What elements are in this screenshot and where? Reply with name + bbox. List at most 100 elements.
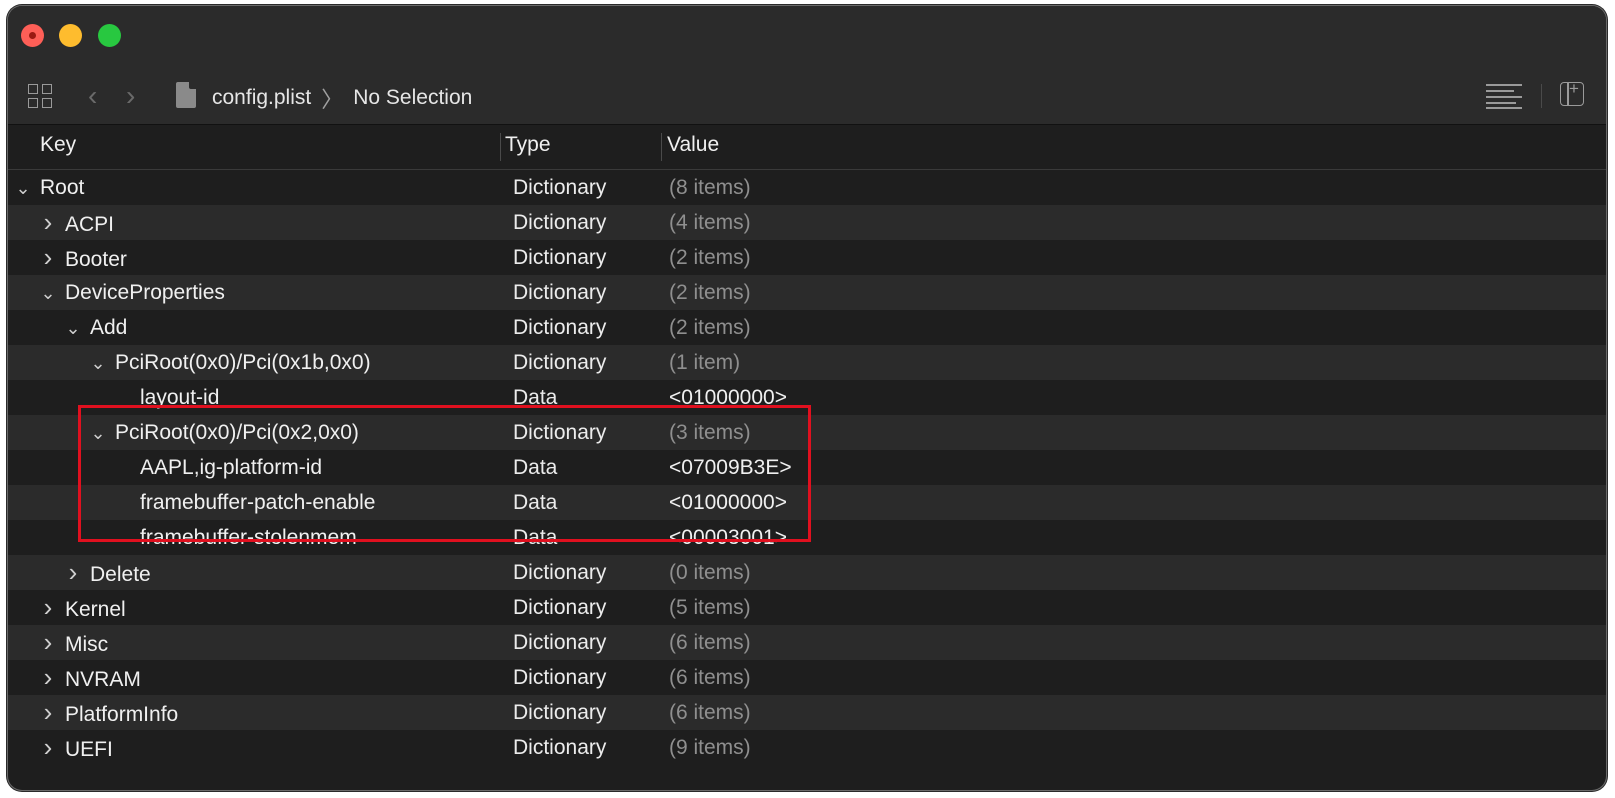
row-value[interactable]: <01000000> [669, 380, 787, 415]
row-value[interactable]: (4 items) [669, 205, 751, 240]
row-type[interactable]: Dictionary [513, 240, 606, 275]
row-key-label: layout-id [140, 386, 220, 409]
outline-row[interactable]: ⌄ Add Dictionary (2 items) [8, 310, 1606, 345]
chevron-down-icon[interactable]: ⌄ [64, 311, 82, 346]
row-type[interactable]: Data [513, 485, 557, 520]
grid-icon[interactable] [28, 84, 54, 110]
row-key[interactable]: › Booter [39, 240, 127, 277]
row-value[interactable]: (2 items) [669, 275, 751, 310]
outline-row[interactable]: ›layout-id Data <01000000> [8, 380, 1606, 415]
chevron-right-icon[interactable]: › [39, 730, 57, 765]
column-key-header[interactable]: Key [40, 133, 76, 157]
row-value[interactable]: <01000000> [669, 485, 787, 520]
row-type[interactable]: Dictionary [513, 555, 606, 590]
breadcrumb-selection[interactable]: No Selection [353, 86, 472, 110]
row-value[interactable]: (6 items) [669, 660, 751, 695]
row-key-label: PciRoot(0x0)/Pci(0x2,0x0) [115, 421, 359, 444]
row-key[interactable]: ›AAPL,ig-platform-id [114, 450, 322, 486]
row-value[interactable]: (0 items) [669, 555, 751, 590]
column-separator[interactable] [500, 133, 501, 161]
row-type[interactable]: Dictionary [513, 170, 606, 205]
breadcrumb-file[interactable]: config.plist [212, 86, 311, 110]
row-key[interactable]: › PlatformInfo [39, 695, 179, 732]
row-key[interactable]: › UEFI [39, 730, 113, 767]
row-key-label: Root [40, 176, 85, 199]
chevron-down-icon[interactable]: ⌄ [89, 346, 107, 381]
chevron-right-icon[interactable]: › [39, 590, 57, 625]
chevron-down-icon[interactable]: ⌄ [14, 171, 32, 206]
outline-row[interactable]: › Kernel Dictionary (5 items) [8, 590, 1606, 625]
sidebar-add-icon[interactable] [1560, 79, 1584, 106]
row-type[interactable]: Dictionary [513, 730, 606, 765]
column-header: Key Type Value [8, 125, 1606, 170]
row-key[interactable]: › Delete [64, 555, 151, 592]
chevron-right-icon[interactable]: › [39, 625, 57, 660]
row-key[interactable]: › NVRAM [39, 660, 141, 697]
row-value[interactable]: (6 items) [669, 695, 751, 730]
chevron-right-icon[interactable]: › [39, 695, 57, 730]
column-value-header[interactable]: Value [667, 133, 719, 157]
row-type[interactable]: Dictionary [513, 345, 606, 380]
outline-row[interactable]: ⌄ DeviceProperties Dictionary (2 items) [8, 275, 1606, 310]
row-value[interactable]: (8 items) [669, 170, 751, 205]
chevron-right-icon[interactable]: › [39, 660, 57, 695]
zoom-window-button[interactable] [98, 24, 121, 47]
row-key[interactable]: › ACPI [39, 205, 114, 242]
chevron-right-icon[interactable]: › [126, 80, 135, 112]
row-value[interactable]: (5 items) [669, 590, 751, 625]
outline-row[interactable]: ›framebuffer-stolenmem Data <00003001> [8, 520, 1606, 555]
row-type[interactable]: Dictionary [513, 695, 606, 730]
outline-row[interactable]: ⌄ PciRoot(0x0)/Pci(0x2,0x0) Dictionary (3 i… [8, 415, 1606, 450]
row-value[interactable]: (3 items) [669, 415, 751, 450]
chevron-right-icon[interactable]: › [39, 205, 57, 240]
close-window-button[interactable] [21, 24, 44, 47]
column-type-header[interactable]: Type [505, 133, 551, 157]
row-type[interactable]: Dictionary [513, 275, 606, 310]
row-type[interactable]: Data [513, 450, 557, 485]
text-lines-icon[interactable] [1486, 84, 1522, 109]
outline-row[interactable]: › Booter Dictionary (2 items) [8, 240, 1606, 275]
column-separator[interactable] [661, 133, 662, 161]
chevron-left-icon[interactable]: ‹ [88, 80, 97, 112]
row-value[interactable]: (1 item) [669, 345, 740, 380]
row-type[interactable]: Dictionary [513, 205, 606, 240]
row-type[interactable]: Dictionary [513, 310, 606, 345]
outline-row[interactable]: ⌄ PciRoot(0x0)/Pci(0x1b,0x0) Dictionary (1 … [8, 345, 1606, 380]
outline-row[interactable]: ›AAPL,ig-platform-id Data <07009B3E> [8, 450, 1606, 485]
row-key[interactable]: ⌄ Add [64, 310, 127, 346]
outline-row[interactable]: ⌄ Root Dictionary (8 items) [8, 170, 1606, 205]
row-value[interactable]: (2 items) [669, 310, 751, 345]
chevron-down-icon[interactable]: ⌄ [89, 416, 107, 451]
chevron-right-icon[interactable]: › [64, 555, 82, 590]
outline-row[interactable]: › Delete Dictionary (0 items) [8, 555, 1606, 590]
row-value[interactable]: (9 items) [669, 730, 751, 765]
row-key[interactable]: ⌄ PciRoot(0x0)/Pci(0x1b,0x0) [89, 345, 370, 381]
row-value[interactable]: <07009B3E> [669, 450, 792, 485]
row-key[interactable]: ⌄ DeviceProperties [39, 275, 224, 311]
outline-row[interactable]: › NVRAM Dictionary (6 items) [8, 660, 1606, 695]
row-value[interactable]: (6 items) [669, 625, 751, 660]
row-type[interactable]: Data [513, 380, 557, 415]
outline-row[interactable]: › UEFI Dictionary (9 items) [8, 730, 1606, 765]
outline-row[interactable]: › ACPI Dictionary (4 items) [8, 205, 1606, 240]
row-key[interactable]: › Kernel [39, 590, 126, 627]
row-key[interactable]: ›framebuffer-stolenmem [114, 520, 357, 556]
row-key[interactable]: ⌄ Root [14, 170, 84, 206]
row-type[interactable]: Dictionary [513, 625, 606, 660]
row-key[interactable]: ›framebuffer-patch-enable [114, 485, 375, 521]
row-key[interactable]: ›layout-id [114, 380, 219, 416]
row-type[interactable]: Dictionary [513, 660, 606, 695]
minimize-window-button[interactable] [59, 24, 82, 47]
chevron-down-icon[interactable]: ⌄ [39, 276, 57, 311]
row-type[interactable]: Dictionary [513, 590, 606, 625]
outline-row[interactable]: ›framebuffer-patch-enable Data <01000000> [8, 485, 1606, 520]
outline-row[interactable]: › PlatformInfo Dictionary (6 items) [8, 695, 1606, 730]
row-value[interactable]: (2 items) [669, 240, 751, 275]
outline-row[interactable]: › Misc Dictionary (6 items) [8, 625, 1606, 660]
row-type[interactable]: Dictionary [513, 415, 606, 450]
row-value[interactable]: <00003001> [669, 520, 787, 555]
chevron-right-icon[interactable]: › [39, 240, 57, 275]
row-key[interactable]: ⌄ PciRoot(0x0)/Pci(0x2,0x0) [89, 415, 359, 451]
row-type[interactable]: Data [513, 520, 557, 555]
row-key[interactable]: › Misc [39, 625, 109, 662]
